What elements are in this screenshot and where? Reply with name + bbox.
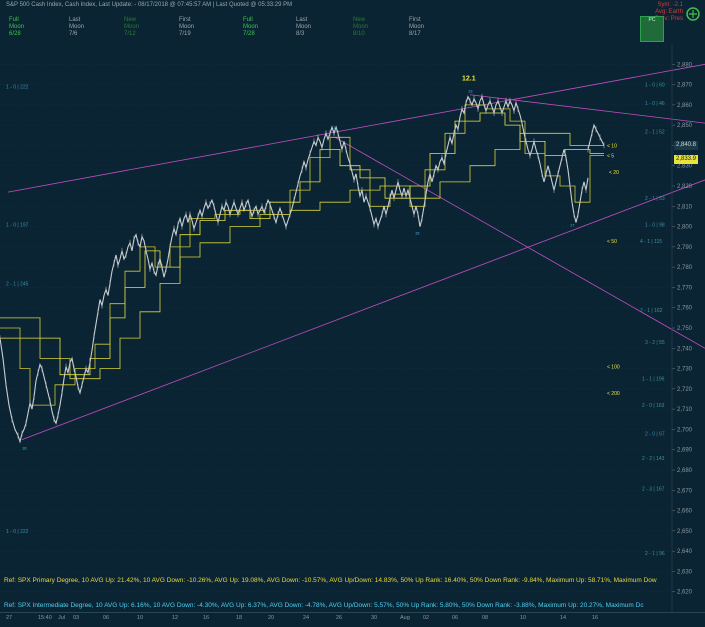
- moon-phase: First Moon 7/19: [179, 17, 195, 37]
- stat-avg: Avg: Earth: [655, 9, 683, 15]
- y-tick-label: 2,620: [677, 590, 693, 596]
- y-tick-label: 2,850: [677, 123, 693, 129]
- moon-phase: Last Moon 8/3: [296, 17, 312, 37]
- y-tick-label: 2,730: [677, 367, 693, 373]
- level-label: 1 - 0 | 197: [6, 223, 29, 229]
- y-tick-label: 2,760: [677, 306, 693, 312]
- level-label: 2 - 2 | 143: [642, 456, 665, 462]
- settings-icon[interactable]: [685, 6, 701, 22]
- point-label: 15: [415, 231, 420, 236]
- level-label: 2 - 3 | 167: [642, 486, 665, 492]
- y-tick-label: 2,660: [677, 509, 693, 515]
- ma-label: < 20: [609, 170, 619, 176]
- level-label: 3 - 2 | 55: [645, 340, 665, 346]
- point-label: 12.1: [462, 76, 476, 83]
- y-tick-label: 2,790: [677, 245, 693, 251]
- ma-label: < 10: [607, 143, 617, 149]
- point-label: 14: [333, 125, 338, 130]
- y-tick-label: 2,860: [677, 103, 693, 109]
- y-tick-label: 2,830: [677, 164, 693, 170]
- price-chart[interactable]: 1 - 0 | 222 1 - 0 | 197 2 - 1 | 245 1 - 0 |…: [0, 0, 705, 626]
- ma-label: < 5: [607, 154, 614, 160]
- x-tick-label: 10: [520, 615, 527, 621]
- y-tick-label: 2,740: [677, 346, 693, 352]
- x-tick-label: 27: [6, 615, 13, 621]
- level-label: 2 - 1 | 53: [645, 196, 665, 202]
- level-label: 1 - 0 | 46: [645, 101, 665, 107]
- price-badge: 2,840.8: [674, 140, 699, 150]
- x-tick-label: 03: [73, 615, 80, 621]
- x-tick-label: 26: [336, 615, 343, 621]
- moon-phase: Full Moon 7/28: [243, 17, 259, 37]
- y-tick-label: 2,650: [677, 529, 693, 535]
- point-label: 13: [468, 89, 473, 94]
- x-tick-label: 08: [482, 615, 489, 621]
- level-label: 2 - 1 | 52: [645, 129, 665, 135]
- footer-primary-stats: Ref: SPX Primary Degree, 10 AVG Up: 21.4…: [4, 577, 657, 584]
- level-label: 2 - 0 | 163: [642, 403, 665, 409]
- x-tick-label: 02: [423, 615, 430, 621]
- x-tick-label: Aug: [400, 615, 410, 621]
- price-badge: 2,833.9: [674, 155, 699, 165]
- ma-label: < 50: [607, 239, 617, 245]
- y-tick-label: 2,670: [677, 488, 693, 494]
- x-axis: 27 15:40 Jul 03 06 10 12 16 18 20 24 26 30 Aug 02 06 08 1…: [0, 612, 705, 627]
- moon-phase: New Moon 7/12: [124, 17, 140, 37]
- y-tick-label: 2,800: [677, 225, 693, 231]
- y-tick-label: 2,690: [677, 448, 693, 454]
- x-tick-label: 20: [268, 615, 275, 621]
- y-tick-label: 2,750: [677, 326, 693, 332]
- x-tick-label: 24: [303, 615, 310, 621]
- moon-phase: Full Moon 6/28: [9, 17, 25, 37]
- level-label: 1 - 0 | 222: [6, 85, 29, 91]
- level-label: 2 - 0 | 67: [645, 432, 665, 438]
- level-label: 2 - 1 | 245: [6, 281, 29, 287]
- x-tick-label: 14: [560, 615, 567, 621]
- x-tick-label: 30: [371, 615, 378, 621]
- x-tick-label: 06: [103, 615, 110, 621]
- level-label: 2 - 1 | 96: [645, 551, 665, 557]
- moon-phase: Last Moon 7/6: [69, 17, 85, 37]
- level-label: 1 - 0 | 222: [6, 529, 29, 535]
- y-tick-label: 2,870: [677, 83, 693, 89]
- level-label: 2 - 1 | 162: [640, 308, 663, 314]
- y-tick-label: 2,630: [677, 569, 693, 575]
- ma-label: < 100: [607, 365, 620, 371]
- y-tick-label: 2,640: [677, 549, 693, 555]
- y-tick-label: 2,880: [677, 62, 693, 68]
- y-tick-label: 2,680: [677, 468, 693, 474]
- y-tick-label: 2,810: [677, 204, 693, 210]
- moon-phase: First Moon 8/17: [409, 17, 425, 37]
- x-tick-label: 15:40: [38, 615, 52, 621]
- point-label: 16: [22, 446, 27, 451]
- y-tick-label: 2,780: [677, 265, 693, 271]
- x-tick-label: 10: [137, 615, 144, 621]
- x-tick-label: Jul: [58, 615, 66, 621]
- x-tick-label: 16: [203, 615, 210, 621]
- y-tick-label: 2,720: [677, 387, 693, 393]
- level-label: 4 - 1 | 115: [640, 239, 662, 245]
- y-tick-label: 2,820: [677, 184, 693, 190]
- x-tick-label: 12: [172, 615, 179, 621]
- x-tick-label: 06: [452, 615, 459, 621]
- point-label: 17: [570, 223, 575, 228]
- x-tick-label: 18: [236, 615, 243, 621]
- y-tick-label: 2,700: [677, 427, 693, 433]
- level-label: 1 - 0 | 98: [645, 223, 665, 229]
- pc-badge[interactable]: PC: [640, 16, 664, 42]
- chart-window: 1 - 0 | 222 1 - 0 | 197 2 - 1 | 245 1 - 0 |…: [0, 0, 705, 627]
- x-tick-label: 16: [592, 615, 599, 621]
- footer-intermediate-stats: Ref: SPX Intermediate Degree, 10 AVG Up:…: [4, 602, 644, 609]
- stat-sym: Sym: -2.1: [657, 2, 683, 8]
- y-tick-label: 2,710: [677, 407, 693, 413]
- moon-phase: New Moon 8/10: [353, 17, 369, 37]
- y-tick-label: 2,770: [677, 285, 693, 291]
- level-label: 1 - 0 | 60: [645, 83, 665, 89]
- level-label: 1 - 1 | 196: [642, 377, 665, 383]
- chart-title: S&P 500 Cash Index, Cash Index, Last Upd…: [6, 2, 293, 8]
- ma-label: < 200: [607, 391, 620, 397]
- chart-header: S&P 500 Cash Index, Cash Index, Last Upd…: [0, 0, 705, 44]
